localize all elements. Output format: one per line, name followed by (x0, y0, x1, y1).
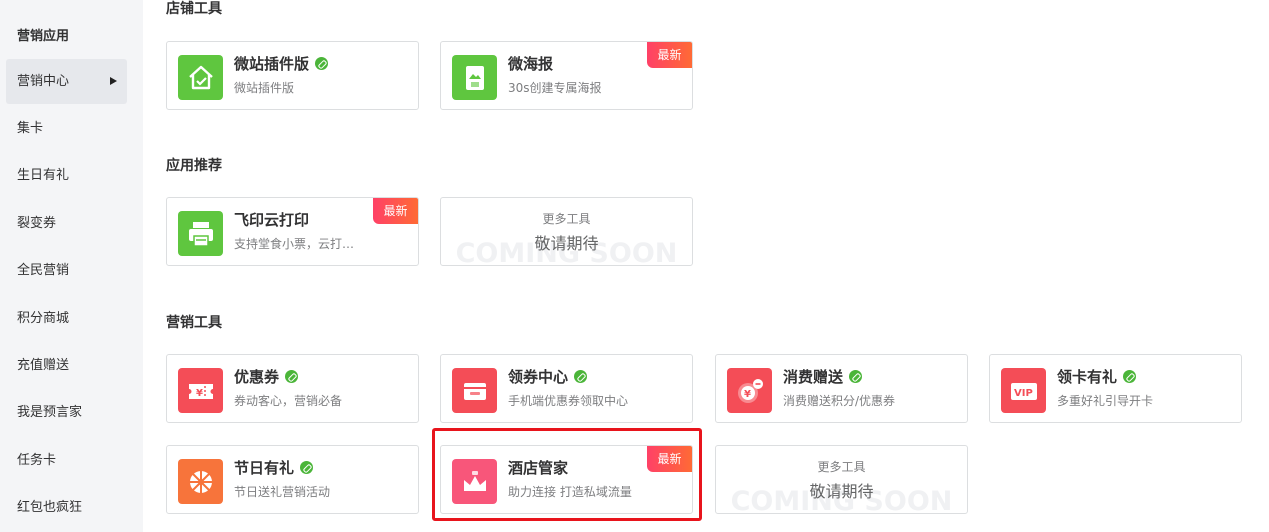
card-micro-poster[interactable]: 微海报 30s创建专属海报 最新 (440, 41, 693, 110)
card-weizhan-plugin[interactable]: 微站插件版 微站插件版 (166, 41, 419, 110)
card-more-tools: COMING SOON 更多工具 敬请期待 (440, 197, 693, 266)
card-title: 微海报 (508, 55, 554, 73)
link-icon (1123, 370, 1137, 383)
card-title: 领券中心 (508, 368, 569, 386)
coupon-icon: ¥ (178, 368, 223, 413)
card-title: 飞印云打印 (234, 211, 310, 229)
sidebar-item-task-card[interactable]: 任务卡 (6, 438, 127, 483)
sidebar-item-label: 生日有礼 (17, 168, 70, 183)
home-icon (178, 55, 223, 100)
sidebar-item-prophet[interactable]: 我是预言家 (6, 390, 127, 435)
link-icon (300, 461, 314, 474)
selection-highlight (432, 428, 702, 521)
sidebar-item-label: 积分商城 (17, 311, 70, 326)
card-coupon[interactable]: ¥ 优惠券 券动客心，营销必备 (166, 354, 419, 423)
card-open-card-gift[interactable]: VIP 领卡有礼 多重好礼引导开卡 (989, 354, 1242, 423)
card-desc: 支持堂食小票，云打… (234, 237, 355, 251)
card-desc: 手机端优惠券领取中心 (508, 394, 629, 408)
sidebar-item-points-mall[interactable]: 积分商城 (6, 296, 127, 341)
section-title-shop-tools: 店铺工具 (166, 1, 222, 17)
vip-card-icon: VIP (1001, 368, 1046, 413)
card-title: 微站插件版 (234, 55, 310, 73)
card-consume-gift[interactable]: ¥ 消费赠送 消费赠送积分/优惠券 (715, 354, 968, 423)
card-title: 消费赠送 (783, 368, 844, 386)
coming-soon-label: 敬请期待 (809, 482, 874, 501)
svg-text:¥: ¥ (744, 389, 751, 400)
card-feiyin-cloud-print[interactable]: 飞印云打印 支持堂食小票，云打… 最新 (166, 197, 419, 266)
more-tools-label: 更多工具 (542, 212, 591, 226)
printer-icon (178, 211, 223, 256)
card-desc: 微站插件版 (234, 81, 295, 95)
link-icon (285, 370, 299, 383)
section-title-recommended: 应用推荐 (166, 158, 222, 174)
svg-text:VIP: VIP (1014, 388, 1033, 399)
card-desc: 多重好礼引导开卡 (1057, 394, 1154, 408)
poster-icon (452, 55, 497, 100)
card-title: 领卡有礼 (1057, 368, 1118, 386)
wallet-icon (452, 368, 497, 413)
sidebar-item-label: 红包也疯狂 (17, 500, 83, 515)
card-festival-gift[interactable]: 节日有礼 节日送礼营销活动 (166, 445, 419, 514)
sidebar-item-recharge-gift[interactable]: 充值赠送 (6, 343, 127, 388)
sidebar-item-label: 营销中心 (17, 74, 70, 89)
sidebar-item-label: 全民营销 (17, 263, 70, 278)
card-desc: 券动客心，营销必备 (234, 394, 343, 408)
main-content: 店铺工具 微站插件版 微站插件版 微海报 30s创建专属海报 最新 应用推荐 飞… (143, 0, 1269, 532)
sidebar-item-birthday-gift[interactable]: 生日有礼 (6, 153, 127, 198)
caret-right-icon (110, 77, 117, 85)
sidebar-item-label: 裂变券 (17, 216, 57, 231)
sidebar-item-red-packet[interactable]: 红包也疯狂 (6, 485, 127, 530)
sidebar-item-collect-card[interactable]: 集卡 (6, 106, 127, 151)
sidebar-item-all-people-marketing[interactable]: 全民营销 (6, 248, 127, 293)
card-title: 优惠券 (234, 368, 280, 386)
card-desc: 消费赠送积分/优惠券 (783, 394, 896, 408)
sidebar: 营销应用 营销中心 集卡 生日有礼 裂变券 全民营销 积分商城 充值赠送 我是预… (0, 0, 143, 532)
sidebar-item-fission-coupon[interactable]: 裂变券 (6, 201, 127, 246)
more-tools-label: 更多工具 (817, 460, 866, 474)
wheel-icon (178, 459, 223, 504)
card-title: 节日有礼 (234, 459, 295, 477)
card-coupon-center[interactable]: 领券中心 手机端优惠券领取中心 (440, 354, 693, 423)
link-icon (574, 370, 588, 383)
sidebar-item-label: 充值赠送 (17, 358, 70, 373)
new-badge: 最新 (647, 42, 692, 68)
new-badge: 最新 (373, 198, 418, 224)
link-icon (849, 370, 863, 383)
link-icon (315, 57, 329, 70)
gift-coin-icon: ¥ (727, 368, 772, 413)
card-desc: 30s创建专属海报 (508, 81, 602, 95)
sidebar-item-marketing-center[interactable]: 营销中心 (6, 59, 127, 104)
card-more-tools: COMING SOON 更多工具 敬请期待 (715, 445, 968, 514)
sidebar-item-label: 集卡 (17, 121, 44, 136)
card-desc: 节日送礼营销活动 (234, 485, 331, 499)
svg-text:¥: ¥ (196, 388, 203, 399)
sidebar-item-label: 任务卡 (17, 453, 57, 468)
section-title-marketing-tools: 营销工具 (166, 315, 222, 331)
coming-soon-label: 敬请期待 (534, 234, 599, 253)
sidebar-item-label: 我是预言家 (17, 405, 83, 420)
sidebar-heading: 营销应用 (17, 29, 70, 44)
